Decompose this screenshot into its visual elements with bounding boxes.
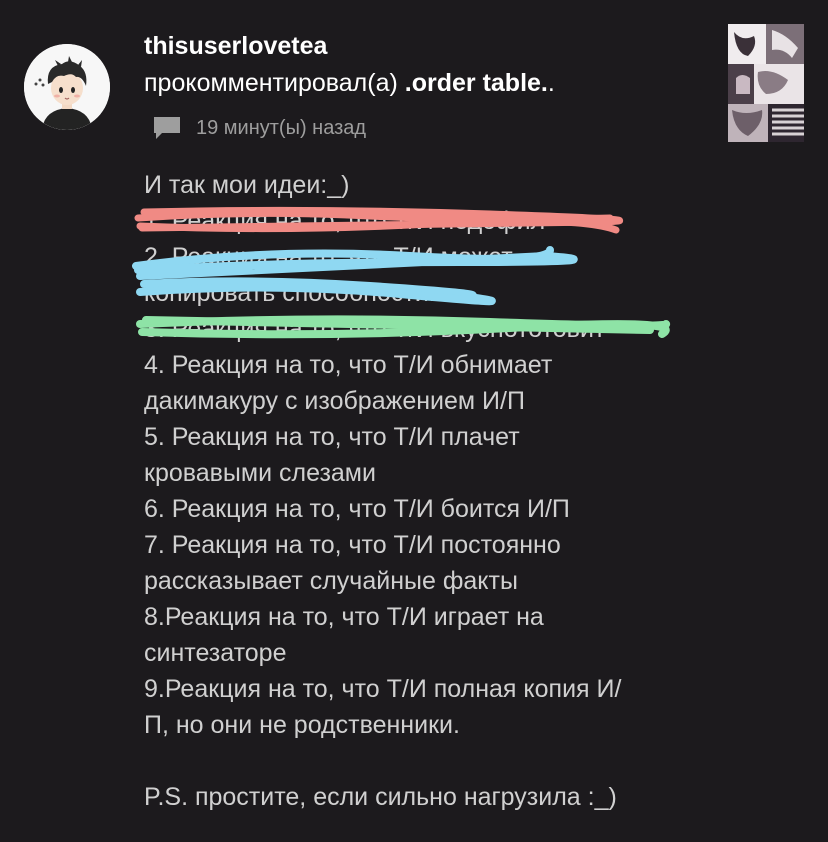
comment-line: копировать способности. (144, 279, 436, 307)
comment-body: И так мои идеи:_) 1. Реакция на то, что … (144, 167, 704, 815)
action-suffix: . (547, 69, 555, 97)
target-post-title[interactable]: .order table. (405, 69, 548, 97)
comment-line: 5. Реакция на то, что Т/И плачет (144, 423, 520, 451)
comment-line: П, но они не родственники. (144, 711, 460, 739)
action-text: прокомментировал(а) (144, 69, 405, 97)
user-avatar[interactable] (24, 44, 110, 130)
comment-line: 8.Реакция на то, что Т/И играет на (144, 603, 544, 631)
comment-line: 4. Реакция на то, что Т/И обнимает (144, 351, 553, 379)
username[interactable]: thisuserlovetea (144, 30, 327, 62)
comment-line: 3. Реакция на то, что Т/И вкуснототовит (144, 315, 606, 343)
speech-bubble-icon (154, 117, 180, 139)
comment-line: 9.Реакция на то, что Т/И полная копия И/ (144, 675, 622, 703)
comment-line: 6. Реакция на то, что Т/И боится И/П (144, 495, 570, 523)
timestamp: 19 минут(ы) назад (196, 117, 367, 139)
comment-line: 7. Реакция на то, что Т/И постоянно (144, 531, 561, 559)
post-thumbnail[interactable] (728, 24, 804, 142)
comment-line: 2. Реакция на то, что Т/И может (144, 243, 513, 271)
comment-line: синтезаторе (144, 639, 287, 667)
comment-line (144, 743, 704, 779)
comment-line: дакимакуру с изображением И/П (144, 387, 525, 415)
comment-meta: 19 минут(ы) назад (152, 114, 366, 142)
manga-collage-thumbnail (728, 24, 804, 142)
comment-line: 1. Реакция на то, что Т/И педофил (144, 207, 546, 235)
avatar-illustration (24, 44, 110, 130)
comment-line: кровавыми слезами (144, 459, 376, 487)
activity-line: прокомментировал(а) .order table.. (144, 67, 555, 99)
comment-line: P.S. простите, если сильно нагрузила :_) (144, 783, 617, 811)
comment-line: рассказывает случайные факты (144, 567, 518, 595)
comment-line: И так мои идеи:_) (144, 171, 350, 199)
